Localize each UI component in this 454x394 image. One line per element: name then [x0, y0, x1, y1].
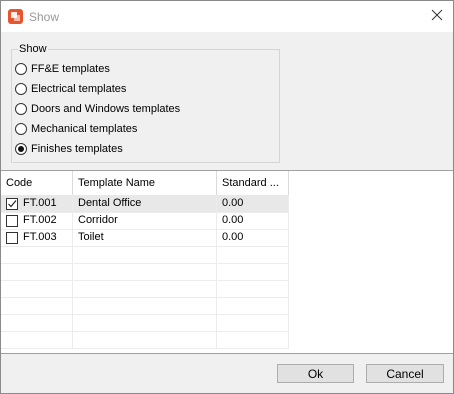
- radio-circle[interactable]: [15, 103, 27, 115]
- radio-electrical-templates[interactable]: Electrical templates: [15, 81, 126, 97]
- show-group-legend: Show: [18, 43, 48, 55]
- empty-row: [1, 246, 289, 264]
- close-button[interactable]: [421, 1, 453, 32]
- table-row[interactable]: FT.002 Corridor 0.00: [1, 212, 289, 230]
- code-text: FT.002: [23, 214, 57, 226]
- radio-label: Electrical templates: [31, 83, 127, 95]
- radio-label: Mechanical templates: [31, 123, 138, 135]
- cancel-button[interactable]: Cancel: [366, 364, 444, 383]
- radio-circle[interactable]: [15, 123, 27, 135]
- code-cell: FT.003: [1, 229, 73, 246]
- window-title: Show: [29, 10, 60, 24]
- empty-row: [1, 314, 289, 332]
- standard-cell: 0.00: [217, 212, 289, 229]
- code-text: FT.001: [23, 197, 57, 209]
- table-row[interactable]: FT.003 Toilet 0.00: [1, 229, 289, 247]
- table-row[interactable]: FT.001 Dental Office 0.00: [1, 195, 289, 213]
- code-cell: FT.001: [1, 195, 73, 212]
- code-text: FT.003: [23, 231, 57, 243]
- grid-header: Code Template Name Standard ...: [1, 171, 289, 196]
- app-icon: [8, 9, 23, 24]
- radio-label: Doors and Windows templates: [31, 103, 181, 115]
- template-name-cell: Corridor: [73, 212, 217, 229]
- radio-circle[interactable]: [15, 83, 27, 95]
- empty-row: [1, 280, 289, 298]
- radio-ffe-templates[interactable]: FF&E templates: [15, 61, 110, 77]
- templates-grid: Code Template Name Standard ... FT.001 D…: [1, 170, 453, 354]
- radio-finishes-templates[interactable]: Finishes templates: [15, 141, 123, 157]
- standard-cell: 0.00: [217, 195, 289, 212]
- empty-row: [1, 263, 289, 281]
- radio-mechanical-templates[interactable]: Mechanical templates: [15, 121, 137, 137]
- radio-circle-checked[interactable]: [15, 143, 27, 155]
- radio-circle[interactable]: [15, 63, 27, 75]
- code-cell: FT.002: [1, 212, 73, 229]
- radio-label: FF&E templates: [31, 63, 110, 75]
- show-dialog: Show Show FF&E templates Electrical temp…: [0, 0, 454, 394]
- empty-row: [1, 297, 289, 315]
- column-header-code[interactable]: Code: [1, 171, 73, 195]
- radio-label: Finishes templates: [31, 143, 123, 155]
- radio-doors-windows-templates[interactable]: Doors and Windows templates: [15, 101, 180, 117]
- empty-row: [1, 331, 289, 349]
- template-name-cell: Toilet: [73, 229, 217, 246]
- row-checkbox[interactable]: [6, 214, 18, 227]
- row-checkbox-checked[interactable]: [6, 197, 18, 210]
- column-header-standard[interactable]: Standard ...: [217, 171, 289, 195]
- title-bar: Show: [1, 1, 453, 32]
- template-name-cell: Dental Office: [73, 195, 217, 212]
- ok-button[interactable]: Ok: [277, 364, 354, 383]
- standard-cell: 0.00: [217, 229, 289, 246]
- column-header-template-name[interactable]: Template Name: [73, 171, 217, 195]
- close-icon: [431, 9, 443, 24]
- row-checkbox[interactable]: [6, 231, 18, 244]
